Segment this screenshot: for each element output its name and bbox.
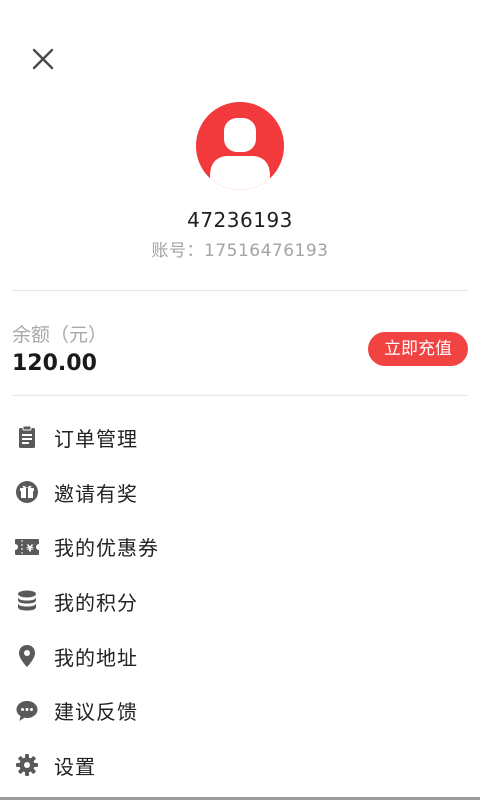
menu-item-label: 设置: [54, 754, 96, 779]
menu-item-label: 订单管理: [54, 426, 138, 451]
menu-item-invite[interactable]: 邀请有奖: [0, 465, 480, 520]
menu-item-coupons[interactable]: ¥ 我的优惠券: [0, 519, 480, 574]
user-center-page: 47236193 账号：17516476193 余额（元） 120.00 立即充…: [0, 0, 480, 800]
menu-item-label: 邀请有奖: [54, 481, 138, 506]
profile-header: 47236193 账号：17516476193: [0, 102, 480, 261]
balance-label: 余额（元）: [12, 324, 108, 346]
menu-item-address[interactable]: 我的地址: [0, 629, 480, 684]
divider: [12, 395, 468, 396]
menu-item-label: 我的优惠券: [54, 536, 159, 561]
gift-icon: [14, 479, 40, 505]
menu-item-label: 建议反馈: [54, 700, 138, 725]
balance-value: 120.00: [12, 351, 97, 376]
menu-item-points[interactable]: 我的积分: [0, 574, 480, 629]
close-icon: [32, 48, 54, 70]
user-avatar-icon: [196, 102, 284, 190]
menu-list: 订单管理 邀请有奖 ¥ 我的优惠券 我的积分 我的地址 建议反馈 设置: [0, 410, 480, 793]
close-button[interactable]: [28, 44, 58, 74]
clipboard-icon: [14, 424, 40, 450]
coupon-icon: ¥: [14, 534, 40, 560]
menu-item-orders[interactable]: 订单管理: [0, 410, 480, 465]
recharge-button[interactable]: 立即充值: [368, 332, 468, 366]
svg-text:¥: ¥: [27, 543, 34, 554]
gear-icon: [14, 752, 40, 778]
menu-item-label: 我的积分: [54, 590, 138, 615]
username: 47236193: [187, 208, 293, 232]
database-icon: [14, 588, 40, 614]
menu-item-feedback[interactable]: 建议反馈: [0, 683, 480, 738]
avatar[interactable]: [196, 102, 284, 190]
account-number: 账号：17516476193: [151, 241, 329, 261]
location-pin-icon: [14, 643, 40, 669]
chat-bubble-icon: [14, 698, 40, 724]
divider: [12, 290, 468, 291]
menu-item-label: 我的地址: [54, 645, 138, 670]
menu-item-settings[interactable]: 设置: [0, 738, 480, 793]
